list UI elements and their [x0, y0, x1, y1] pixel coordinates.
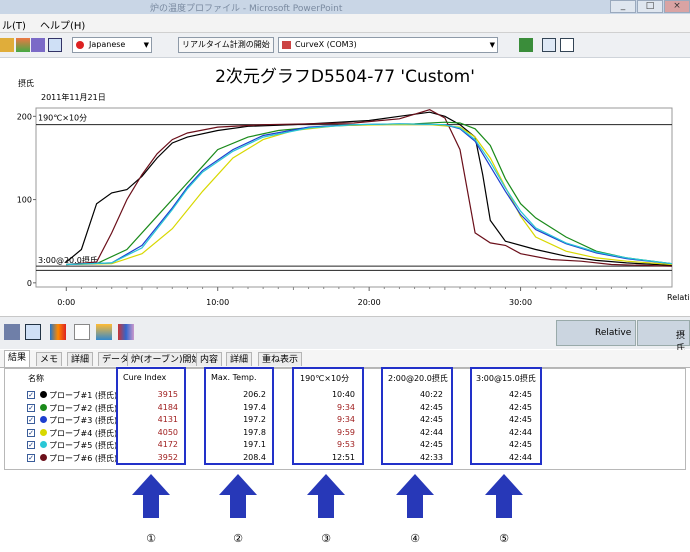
probe-checkbox[interactable]: ✓ — [27, 403, 35, 412]
relative-toggle[interactable]: Relative — [556, 320, 636, 346]
highlight-box-2min-20c — [381, 367, 453, 465]
tab-details[interactable]: 詳細 — [67, 352, 94, 366]
temperature-chart: 摂氏Relative 190℃×10分3:00@20.0摂氏 20010000:… — [17, 78, 690, 307]
probe-color-icon — [40, 441, 47, 448]
y-tick-label: 100 — [17, 196, 32, 205]
probe-checkbox[interactable]: ✓ — [27, 428, 35, 437]
x-tick-label: 10:00 — [206, 298, 229, 307]
probe-name: プローブ#2 (摂氏) — [49, 403, 118, 413]
probe-checkbox[interactable]: ✓ — [27, 441, 35, 449]
arrow-up-icon — [219, 474, 257, 518]
unit-toggle[interactable]: 摂氏 — [637, 320, 690, 354]
probe-name: プローブ#5 (摂氏) — [49, 441, 118, 450]
probe-checkbox[interactable]: ✓ — [27, 453, 35, 462]
x-axis-label: Relative — [667, 293, 690, 302]
probe-name: プローブ#6 (摂氏) — [49, 453, 118, 463]
result-tabs: 結果 メモ 詳細 データ 炉(オーブン)開始 内容 詳細 重ね表示 — [0, 350, 690, 368]
x-tick-label: 30:00 — [509, 298, 532, 307]
bar-chart-icon[interactable] — [50, 324, 66, 340]
arrow-up-icon — [485, 474, 523, 518]
highlight-box-cure-index — [116, 367, 186, 465]
column-chart-icon[interactable] — [118, 324, 134, 340]
callout-number-5: ⑤ — [499, 532, 509, 545]
highlight-box-max-temp — [204, 367, 274, 465]
callout-number-4: ④ — [410, 532, 420, 545]
y-tick-label: 0 — [27, 279, 32, 288]
arrow-up-icon — [396, 474, 434, 518]
x-tick-label: 20:00 — [358, 298, 381, 307]
probe-color-icon — [40, 391, 47, 398]
probe-checkbox[interactable]: ✓ — [27, 391, 35, 399]
tab-details-2[interactable]: 詳細 — [226, 352, 253, 366]
3d-view-icon[interactable] — [96, 324, 112, 340]
probe-color-icon — [40, 403, 47, 411]
callout-number-2: ② — [233, 532, 243, 545]
line-chart-icon[interactable] — [74, 324, 90, 340]
highlight-box-190c — [292, 367, 364, 465]
probe-icon[interactable] — [4, 324, 20, 340]
tab-overlay[interactable]: 重ね表示 — [258, 352, 303, 366]
y-axis-label: 摂氏 — [18, 78, 34, 88]
callout-number-1: ① — [146, 532, 156, 545]
tab-results[interactable]: 結果 — [4, 350, 31, 367]
probe-name: プローブ#1 (摂氏) — [49, 391, 118, 400]
column-header-name: 名称 — [28, 374, 44, 383]
probe-name: プローブ#4 (摂氏) — [49, 428, 118, 438]
tab-oven-start[interactable]: 炉(オーブン)開始 — [127, 352, 205, 366]
arrow-up-icon — [132, 474, 170, 518]
tab-memo[interactable]: メモ — [36, 352, 63, 366]
curve-view-icon[interactable] — [25, 324, 41, 340]
probe-color-icon — [40, 453, 47, 461]
probe-checkbox[interactable]: ✓ — [27, 416, 35, 424]
reference-label-190c: 190℃×10分 — [38, 114, 87, 123]
probe-name: プローブ#3 (摂氏) — [49, 416, 118, 425]
arrow-up-icon — [307, 474, 345, 518]
view-toolbar: Relative 摂氏 — [0, 316, 690, 354]
tab-content[interactable]: 内容 — [196, 352, 223, 366]
relative-label: Relative — [595, 328, 632, 338]
x-tick-label: 0:00 — [57, 298, 75, 307]
y-tick-label: 200 — [17, 112, 32, 121]
highlight-box-3min-15c — [470, 367, 542, 465]
probe-color-icon — [40, 416, 47, 423]
probe-color-icon — [40, 428, 47, 436]
callout-number-3: ③ — [321, 532, 331, 545]
plot-area — [35, 107, 673, 288]
